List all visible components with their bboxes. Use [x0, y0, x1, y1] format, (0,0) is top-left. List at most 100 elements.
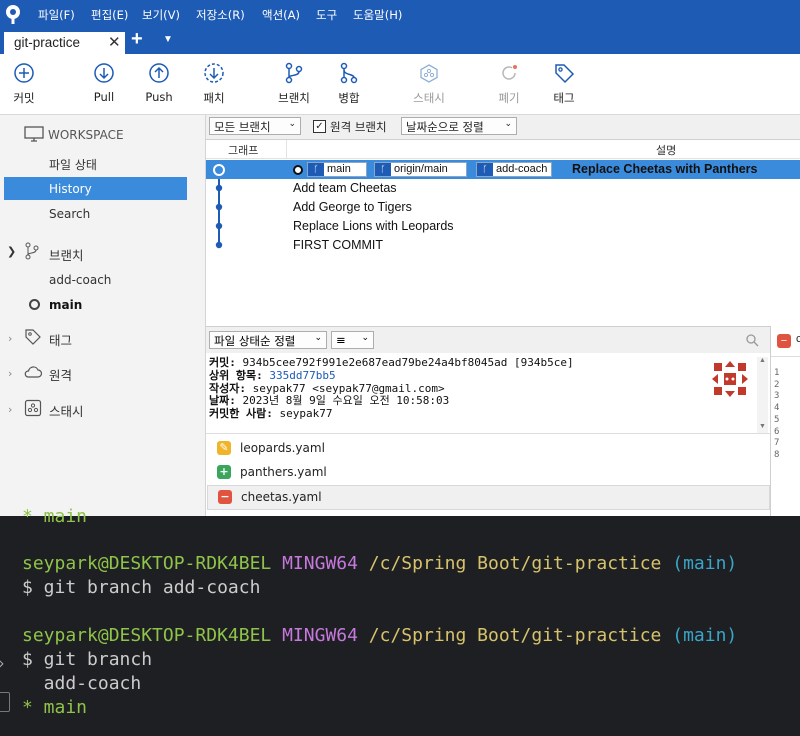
chevron-right-icon[interactable]: › [8, 367, 12, 380]
menu-tools[interactable]: 도구 [316, 7, 337, 23]
commit-row[interactable]: Add George to Tigers [206, 198, 800, 217]
branch-icon [285, 62, 303, 84]
view-mode-dropdown[interactable]: ≡ ⌄ [331, 331, 374, 349]
avatar [710, 359, 750, 399]
file-name: leopards.yaml [240, 441, 325, 455]
workspace-monitor-icon [24, 126, 44, 142]
commit-button[interactable]: 커밋 [0, 62, 54, 106]
remotes-heading[interactable]: 원격 [49, 365, 72, 384]
chevron-down-icon[interactable]: ❯ [7, 245, 16, 258]
parent-hash-link[interactable]: 335dd77bb5 [269, 369, 335, 382]
tab-dropdown-icon[interactable]: ▼ [163, 34, 173, 45]
commit-message: FIRST COMMIT [293, 238, 384, 252]
tags-heading[interactable]: 태그 [49, 330, 72, 349]
description-column-header[interactable]: 설명 [656, 142, 676, 158]
side-panel-icon[interactable] [0, 692, 10, 712]
menu-help[interactable]: 도움말(H) [353, 7, 402, 23]
stash-icon [24, 399, 42, 417]
tag-icon [25, 329, 41, 345]
chevron-right-icon[interactable]: › [8, 332, 12, 345]
diff-file-prefix: c [796, 333, 800, 345]
merge-label: 병합 [338, 91, 360, 105]
tab-git-practice[interactable]: git-practice ✕ [4, 32, 125, 54]
sidebar-branch-add-coach[interactable]: add-coach [49, 273, 111, 287]
commit-message: Add team Cheetas [293, 181, 397, 195]
menu-repository[interactable]: 저장소(R) [196, 7, 245, 23]
sidebar-item-search[interactable]: Search [49, 207, 90, 221]
chevron-right-icon[interactable]: › [8, 403, 12, 416]
new-tab-plus-icon[interactable]: + [131, 28, 143, 51]
terminal-prompt: seypark@DESKTOP-RDK4BEL MINGW64 /c/Sprin… [22, 553, 737, 574]
sidebar-item-history-label: History [49, 182, 92, 196]
diff-panel: − c 1 2 3 4 5 6 7 8 [770, 326, 800, 516]
sidebar-branch-main[interactable]: main [49, 298, 82, 312]
sidebar: WORKSPACE 파일 상태 History Search ❯ 브랜치 add… [0, 115, 206, 516]
fetch-arrow-icon [204, 63, 224, 83]
workspace-heading: WORKSPACE [48, 128, 124, 142]
details-scrollbar[interactable]: ▲ ▼ [757, 357, 768, 433]
menu-view[interactable]: 보기(V) [142, 7, 180, 23]
branch-label: 브랜치 [278, 91, 310, 105]
all-branches-label: 모든 브랜치 [214, 120, 271, 134]
list-item[interactable]: + panthers.yaml [207, 461, 768, 484]
branches-heading[interactable]: 브랜치 [49, 245, 84, 264]
fetch-button[interactable]: 패치 [184, 62, 244, 106]
discard-icon [502, 65, 517, 80]
cloud-icon [24, 366, 43, 378]
sort-by-date-dropdown[interactable]: 날짜순으로 정렬 ⌄ [401, 117, 517, 135]
prompt-path: /c/Spring Boot/git-practice [368, 625, 662, 646]
tag-icon [555, 64, 575, 84]
stash-button[interactable]: 스태시 [399, 62, 459, 106]
list-view-icon: ≡ [336, 333, 346, 347]
commit-message: Replace Cheetas with Panthers [572, 162, 758, 176]
branch-button[interactable]: 브랜치 [264, 62, 324, 106]
all-branches-dropdown[interactable]: 모든 브랜치 ⌄ [209, 117, 301, 135]
prompt-user: seypark@DESKTOP-RDK4BEL [22, 553, 272, 574]
commit-row[interactable]: Replace Lions with Leopards [206, 217, 800, 236]
branch-icon: ᚴ [477, 163, 493, 176]
tag-button[interactable]: 태그 [534, 62, 594, 106]
prompt-env: MINGW64 [282, 553, 358, 574]
search-icon[interactable] [746, 334, 759, 347]
commit-message: Replace Lions with Leopards [293, 219, 454, 233]
pull-button[interactable]: Pull [74, 62, 134, 104]
pull-arrow-icon [94, 63, 114, 83]
branch-icon: ᚴ [375, 163, 391, 176]
menu-edit[interactable]: 편집(E) [91, 7, 128, 23]
remote-branches-checkbox[interactable]: ✓ [313, 120, 326, 133]
side-panel-icon[interactable]: ◇ [0, 653, 4, 672]
commit-row[interactable]: FIRST COMMIT [206, 236, 800, 255]
prompt-env: MINGW64 [282, 625, 358, 646]
branch-badge-add-coach[interactable]: ᚴ add-coach [476, 162, 552, 177]
tab-bar: git-practice ✕ + ▼ [0, 28, 800, 54]
current-branch-output: * main [22, 697, 88, 718]
removed-minus-icon: − [777, 334, 791, 348]
merge-button[interactable]: 병합 [319, 62, 379, 106]
list-item[interactable]: − cheetas.yaml [207, 485, 770, 510]
terminal-prompt: seypark@DESKTOP-RDK4BEL MINGW64 /c/Sprin… [22, 625, 737, 646]
file-name: cheetas.yaml [241, 490, 322, 504]
line-number: 1 [774, 368, 780, 378]
menu-actions[interactable]: 액션(A) [262, 7, 300, 23]
branch-icon: ᚴ [308, 163, 324, 176]
push-arrow-icon [149, 63, 169, 83]
discard-button[interactable]: 폐기 [479, 62, 539, 106]
terminal-window[interactable]: * main seypark@DESKTOP-RDK4BEL MINGW64 /… [0, 506, 800, 736]
stashes-heading[interactable]: 스태시 [49, 401, 84, 420]
chevron-down-icon: ⌄ [361, 333, 369, 343]
menu-file[interactable]: 파일(F) [38, 7, 75, 23]
commit-row[interactable]: Add team Cheetas [206, 179, 800, 198]
list-item[interactable]: ✎ leopards.yaml [207, 437, 768, 460]
file-status-sort-dropdown[interactable]: 파일 상태순 정렬 ⌄ [209, 331, 327, 349]
commit-row[interactable]: ᚴ main ᚴ origin/main ᚴ add-coach Replace Ch… [206, 160, 800, 179]
branch-badge-origin-main[interactable]: ᚴ origin/main [374, 162, 467, 177]
sidebar-item-history[interactable]: History [4, 177, 187, 200]
chevron-down-icon: ⌄ [314, 333, 322, 343]
commit-detail-pane: 파일 상태순 정렬 ⌄ ≡ ⌄ 커밋: 934b5cee792f991e2e68… [206, 326, 770, 516]
push-button[interactable]: Push [129, 62, 189, 104]
branch-badge-main[interactable]: ᚴ main [307, 162, 367, 177]
close-icon[interactable]: ✕ [108, 33, 121, 51]
graph-column-header[interactable]: 그래프 [228, 142, 258, 158]
sidebar-item-file-status[interactable]: 파일 상태 [49, 156, 97, 173]
line-number: 8 [774, 449, 780, 460]
